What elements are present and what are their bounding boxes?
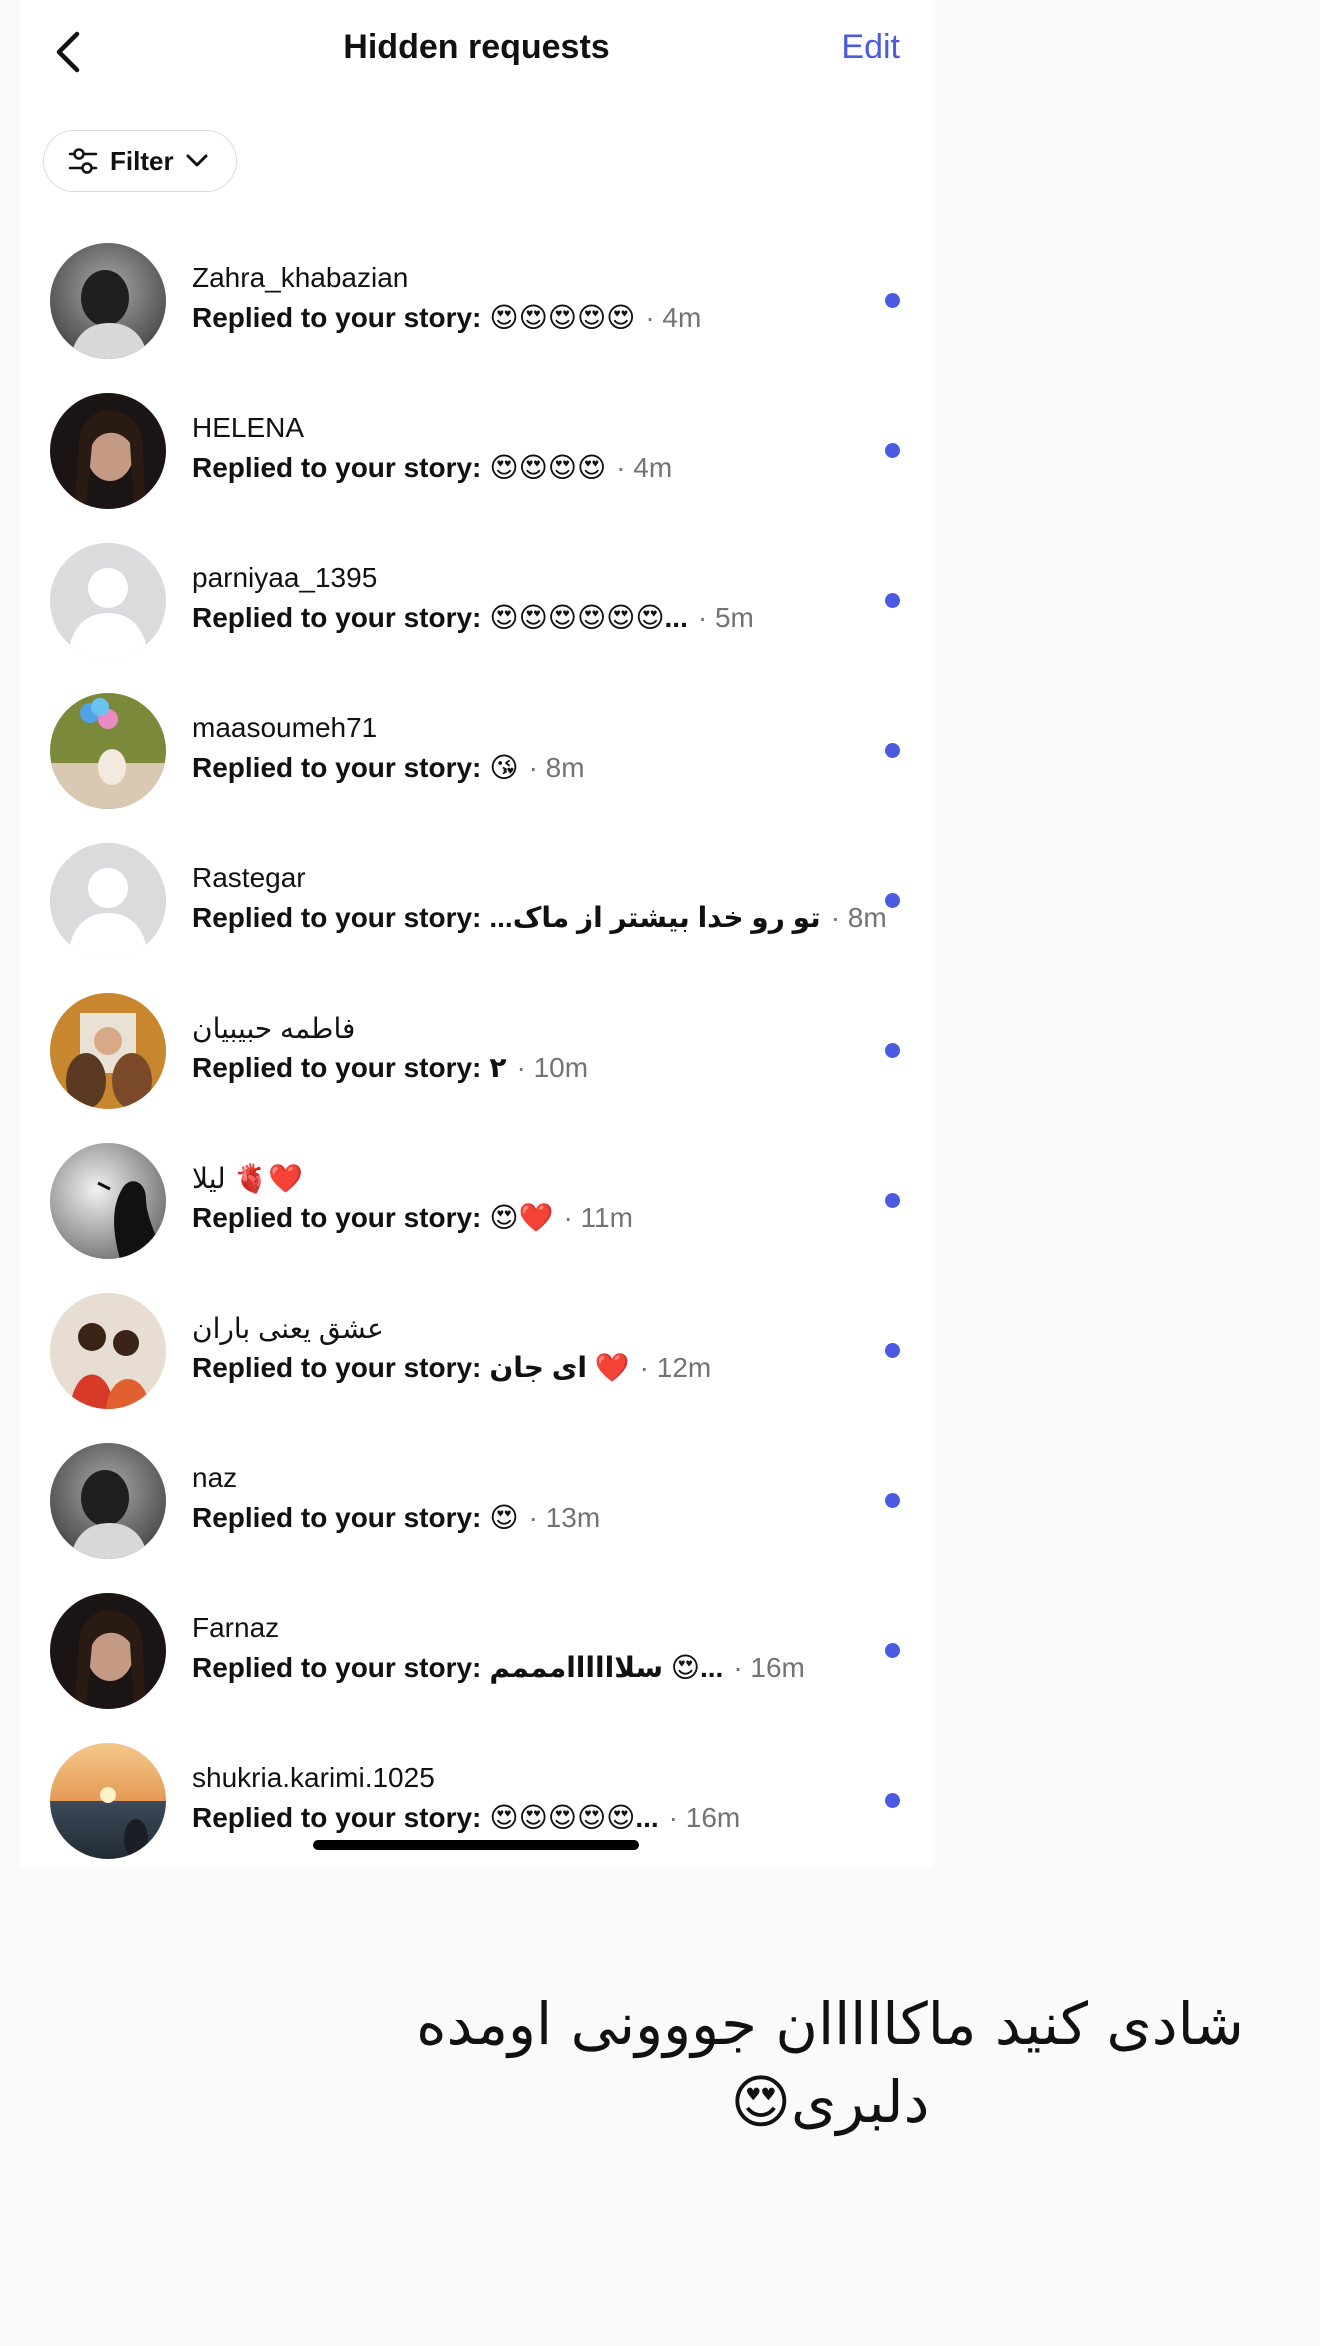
request-username: فاطمه حبیبیان xyxy=(192,1013,356,1044)
story-caption: شادی کنید ماکااااان جووونی اومده دلبری😍 xyxy=(416,1990,1244,2136)
reply-message: ۲ xyxy=(489,1052,507,1083)
unread-dot xyxy=(885,293,900,308)
reply-prefix: Replied to your story: xyxy=(192,301,482,333)
reply-time: · 4m xyxy=(645,301,702,333)
avatar[interactable] xyxy=(50,543,166,659)
request-row[interactable]: HELENA Replied to your story: 😍😍😍😍 · 4m xyxy=(20,378,933,528)
request-username: maasoumeh71 xyxy=(192,712,378,743)
reply-message: 😍❤️ xyxy=(489,1202,554,1233)
filter-label: Filter xyxy=(110,145,174,176)
reply-message: ای جان ❤️ xyxy=(489,1352,630,1383)
reply-prefix: Replied to your story: xyxy=(192,1201,482,1233)
request-preview: Replied to your story: 😍😍😍😍😍... · 16m xyxy=(192,1801,740,1834)
unread-dot xyxy=(885,1193,900,1208)
top-bar: Hidden requests Edit xyxy=(20,0,933,104)
request-username: عشق یعنی باران xyxy=(192,1313,384,1344)
sliders-icon xyxy=(68,148,98,174)
avatar[interactable] xyxy=(50,1443,166,1559)
request-username: parniyaa_1395 xyxy=(192,562,378,593)
reply-message: 😍😍😍😍😍😍... xyxy=(489,602,688,633)
request-preview: Replied to your story: 😍 · 13m xyxy=(192,1501,600,1534)
unread-dot xyxy=(885,593,900,608)
reply-prefix: Replied to your story: xyxy=(192,1651,482,1683)
reply-message: 😘 xyxy=(489,752,519,783)
reply-time: · 10m xyxy=(516,1051,589,1083)
reply-time: · 16m xyxy=(733,1651,805,1683)
reply-message: 😍 xyxy=(489,1502,519,1533)
reply-prefix: Replied to your story: xyxy=(192,751,482,783)
home-indicator xyxy=(313,1840,639,1850)
reply-time: · 4m xyxy=(616,451,673,483)
request-row[interactable]: عشق یعنی باران Replied to your story: ای ج… xyxy=(20,1278,933,1428)
avatar[interactable] xyxy=(50,993,166,1109)
request-preview: Replied to your story: ...تو رو خدا بیشتر… xyxy=(192,901,887,934)
unread-dot xyxy=(885,1793,900,1808)
filter-button[interactable]: Filter xyxy=(43,130,237,192)
request-username: Zahra_khabazian xyxy=(192,262,409,293)
request-row[interactable]: لیلا 🫀❤️ Replied to your story: 😍❤️ · 11m xyxy=(20,1128,933,1278)
avatar[interactable] xyxy=(50,843,166,959)
reply-time: · 8m xyxy=(528,751,585,783)
request-list: Zahra_khabazian Replied to your story: 😍😍😍… xyxy=(20,228,933,1868)
reply-prefix: Replied to your story: xyxy=(192,1501,482,1533)
avatar[interactable] xyxy=(50,1593,166,1709)
reply-message: 😍😍😍😍😍... xyxy=(489,1802,659,1833)
avatar[interactable] xyxy=(50,393,166,509)
reply-time: · 13m xyxy=(528,1501,601,1533)
request-username: HELENA xyxy=(192,412,305,443)
reply-prefix: Replied to your story: xyxy=(192,601,482,633)
avatar[interactable] xyxy=(50,243,166,359)
request-preview: Replied to your story: ۲ · 10m xyxy=(192,1051,588,1084)
request-username: shukria.karimi.1025 xyxy=(192,1762,435,1793)
edit-button[interactable]: Edit xyxy=(841,28,900,67)
request-row[interactable]: فاطمه حبیبیان Replied to your story: ۲ · 10… xyxy=(20,978,933,1128)
reply-prefix: Replied to your story: xyxy=(192,901,482,933)
request-preview: Replied to your story: 😘 · 8m xyxy=(192,751,585,784)
reply-prefix: Replied to your story: xyxy=(192,1351,482,1383)
reply-message: ...تو رو خدا بیشتر از ماک xyxy=(489,902,821,933)
unread-dot xyxy=(885,1493,900,1508)
reply-message: 😍😍😍😍😍 xyxy=(489,302,636,333)
reply-time: · 8m xyxy=(830,901,887,933)
avatar[interactable] xyxy=(50,1143,166,1259)
reply-prefix: Replied to your story: xyxy=(192,451,482,483)
unread-dot xyxy=(885,1343,900,1358)
request-preview: Replied to your story: 😍😍😍😍 · 4m xyxy=(192,451,672,484)
request-preview: Replied to your story: ای جان ❤️ · 12m xyxy=(192,1351,711,1384)
request-preview: Replied to your story: سلاااااامممم 😍... ·… xyxy=(192,1651,805,1684)
request-username: لیلا 🫀❤️ xyxy=(192,1163,304,1194)
avatar[interactable] xyxy=(50,1293,166,1409)
request-preview: Replied to your story: 😍😍😍😍😍 · 4m xyxy=(192,301,701,334)
reply-time: · 11m xyxy=(563,1201,633,1233)
reply-message: سلاااااامممم 😍... xyxy=(489,1652,724,1683)
avatar[interactable] xyxy=(50,693,166,809)
request-row[interactable]: Zahra_khabazian Replied to your story: 😍😍😍… xyxy=(20,228,933,378)
unread-dot xyxy=(885,443,900,458)
request-row[interactable]: Farnaz Replied to your story: سلاااااامممم… xyxy=(20,1578,933,1728)
reply-time: · 12m xyxy=(639,1351,712,1383)
request-username: naz xyxy=(192,1462,238,1493)
page-title: Hidden requests xyxy=(343,28,610,66)
reply-time: · 16m xyxy=(668,1801,741,1833)
request-row[interactable]: naz Replied to your story: 😍 · 13m xyxy=(20,1428,933,1578)
request-username: Rastegar xyxy=(192,862,306,893)
hidden-requests-screen: Hidden requests Edit Filter Zahra_khabaz… xyxy=(20,0,933,1868)
request-row[interactable]: parniyaa_1395 Replied to your story: 😍😍😍😍😍… xyxy=(20,528,933,678)
unread-dot xyxy=(885,743,900,758)
request-preview: Replied to your story: 😍😍😍😍😍😍... · 5m xyxy=(192,601,754,634)
request-row[interactable]: Rastegar Replied to your story: ...تو رو خ… xyxy=(20,828,933,978)
request-preview: Replied to your story: 😍❤️ · 11m xyxy=(192,1201,633,1234)
reply-prefix: Replied to your story: xyxy=(192,1051,482,1083)
reply-time: · 5m xyxy=(697,601,754,633)
unread-dot xyxy=(885,1643,900,1658)
unread-dot xyxy=(885,893,900,908)
request-username: Farnaz xyxy=(192,1612,280,1643)
avatar[interactable] xyxy=(50,1743,166,1859)
reply-prefix: Replied to your story: xyxy=(192,1801,482,1833)
chevron-down-icon xyxy=(186,154,208,167)
request-row[interactable]: maasoumeh71 Replied to your story: 😘 · 8m xyxy=(20,678,933,828)
unread-dot xyxy=(885,1043,900,1058)
reply-message: 😍😍😍😍 xyxy=(489,452,607,483)
